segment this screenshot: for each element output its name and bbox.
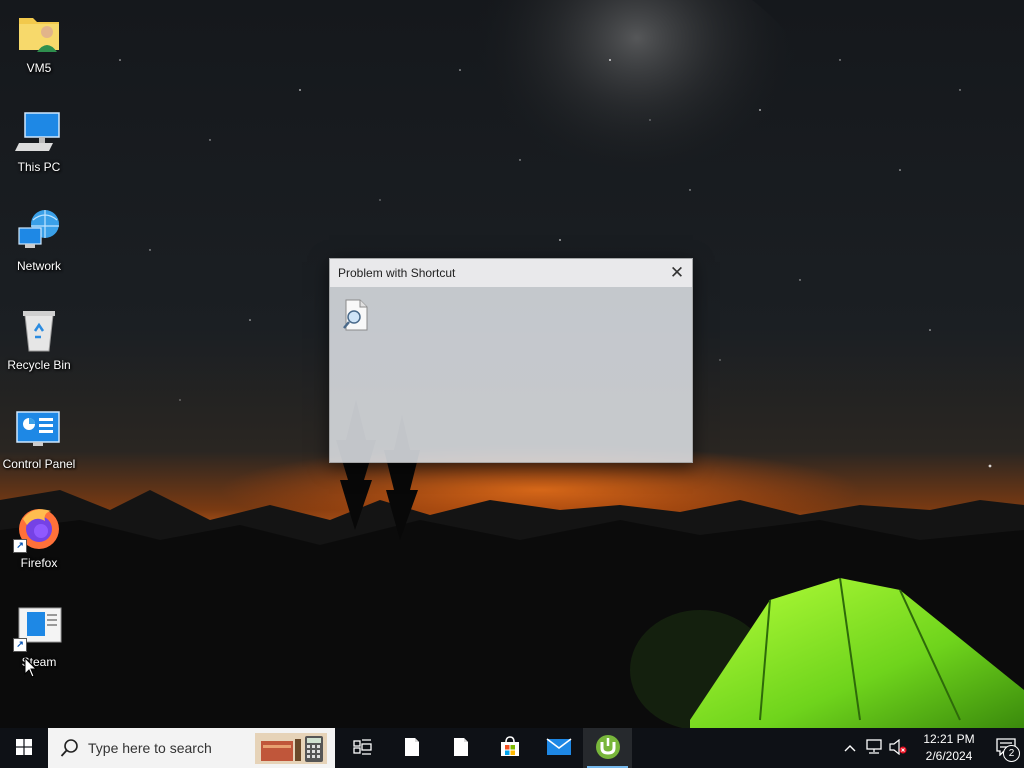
desktop-icon-network[interactable]: Network [0,198,78,288]
desktop-icon-label: This PC [17,160,61,174]
taskbar-store-button[interactable] [485,728,534,768]
task-view-icon [352,738,373,758]
search-highlight-image [255,733,327,764]
taskbar-clock[interactable]: 12:21 PM 2/6/2024 [916,728,982,768]
system-tray: 12:21 PM 2/6/2024 2 [838,728,1024,768]
mail-icon [546,737,572,760]
shortcut-arrow-icon: ↗ [13,638,27,652]
close-icon[interactable]: ✕ [662,259,692,287]
desktop-icon-vm5[interactable]: VM5 [0,0,78,90]
taskbar-file-1-button[interactable] [387,728,436,768]
start-button[interactable] [0,728,48,768]
dialog-title: Problem with Shortcut [338,266,456,280]
recycle-bin-icon [15,305,63,353]
desktop-icon-control-panel[interactable]: Control Panel [0,396,78,486]
windows-logo-icon [16,738,32,758]
taskbar: Type here to search 12:21 PM 2/6/2024 2 [0,728,1024,768]
steam-shortcut-icon: ↗ [13,602,63,652]
taskbar-utorrent-button[interactable] [583,728,632,768]
blank-document-icon [453,737,469,760]
desktop-icon-this-pc[interactable]: This PC [0,99,78,189]
search-icon [60,738,80,758]
network-icon [15,206,63,254]
desktop-icon-steam[interactable]: ↗ Steam [0,594,78,684]
volume-muted-icon [889,738,907,758]
task-view-button[interactable] [338,728,387,768]
desktop-icon-label: Network [16,259,61,273]
search-document-icon [342,299,368,331]
desktop-icon-recycle-bin[interactable]: Recycle Bin [0,297,78,387]
network-wired-icon [865,738,883,758]
control-panel-icon [15,404,63,452]
user-folder-icon [15,8,63,56]
utorrent-icon [595,734,621,763]
shortcut-arrow-icon: ↗ [13,539,27,553]
problem-with-shortcut-dialog: Problem with Shortcut ✕ [329,258,693,463]
mouse-cursor-icon [24,656,38,679]
taskbar-search-box[interactable]: Type here to search [48,728,335,768]
desktop-icon-firefox[interactable]: ↗ Firefox [0,495,78,585]
notification-count-badge: 2 [1003,745,1020,762]
desktop-icon-label: VM5 [26,61,52,75]
blank-document-icon [404,737,420,760]
taskbar-mail-button[interactable] [534,728,583,768]
volume-button[interactable] [886,728,910,768]
chevron-up-icon [844,741,856,755]
search-placeholder: Type here to search [88,740,212,756]
dialog-titlebar[interactable]: Problem with Shortcut ✕ [330,259,692,287]
firefox-icon: ↗ [13,503,63,553]
show-hidden-icons-button[interactable] [838,728,862,768]
taskbar-file-2-button[interactable] [436,728,485,768]
action-center-button[interactable]: 2 [988,728,1024,768]
clock-date: 2/6/2024 [925,749,973,763]
desktop-icon-label: Control Panel [2,457,76,471]
desktop-icon-label: Firefox [20,556,58,570]
desktop-icon-label: Recycle Bin [7,358,71,372]
clock-time: 12:21 PM [923,732,975,746]
store-icon [499,735,521,761]
computer-icon [15,107,63,155]
network-status-button[interactable] [862,728,886,768]
